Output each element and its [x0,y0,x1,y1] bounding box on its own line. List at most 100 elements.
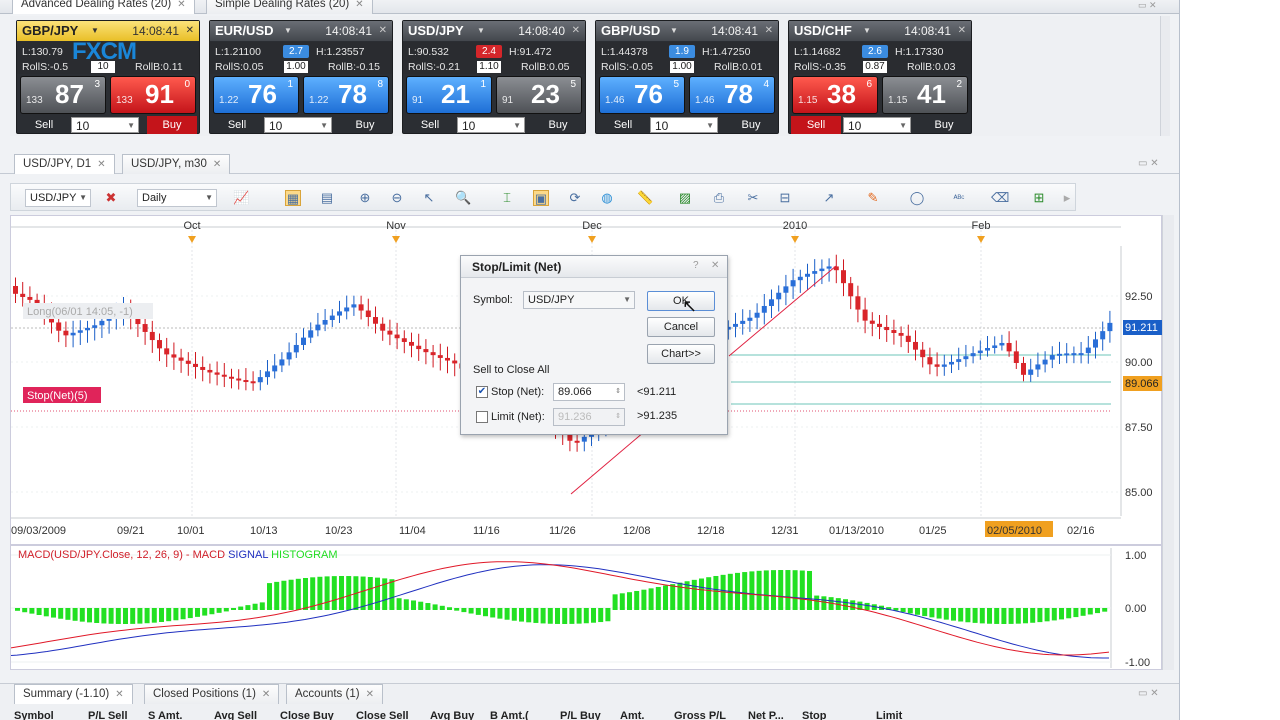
limit-input[interactable]: 91.236 ⇕ [553,408,625,426]
close-icon[interactable]: ✕ [1149,0,1157,10]
close-icon[interactable]: ✕ [379,21,387,41]
close-icon[interactable]: ✕ [366,689,374,700]
trendline-icon[interactable]: ↗ [821,190,837,206]
text-tool-icon[interactable]: ᴬᴮᶜ [951,190,967,206]
close-icon[interactable]: ✕ [262,689,270,700]
rate-card-header[interactable]: USD/JPY ▼ 14:08:40 ✕ [403,21,585,41]
spinner-icon[interactable]: ⇕ [615,409,621,425]
dialog-symbol-select[interactable]: USD/JPY ▼ [523,291,635,309]
sell-price-button[interactable]: 133 87 3 [20,76,106,114]
summary-column-header[interactable]: Close Sell [356,710,409,720]
tab-summary[interactable]: Summary (-1.10) ✕ [14,684,133,704]
help-icon[interactable]: ? [693,260,699,271]
print-icon[interactable]: ⎙ [711,190,727,206]
close-icon[interactable]: ✕ [765,21,773,41]
stop-checkbox[interactable]: ✔ [476,386,488,398]
rate-card-header[interactable]: EUR/USD ▼ 14:08:41 ✕ [210,21,392,41]
close-icon[interactable]: ✕ [115,689,123,700]
tab-chart-m30[interactable]: USD/JPY, m30 ✕ [122,154,231,174]
rates-scrollbar[interactable] [1160,16,1170,136]
close-icon[interactable]: ✕ [97,159,105,170]
summary-column-header[interactable]: Avg Buy [430,710,474,720]
summary-column-header[interactable]: Close Buy [280,710,334,720]
ruler-icon[interactable]: 📏 [637,190,653,206]
amount-select[interactable]: 10 ▼ [457,117,525,133]
buy-label[interactable]: Buy [919,116,969,134]
chevron-down-icon[interactable]: ▼ [863,21,871,41]
macd-panel[interactable]: 1.00 0.00 -1.00 MACD(USD/JPY.Close, 12, 26… [10,545,1162,670]
chevron-down-icon[interactable]: ▼ [284,21,292,41]
sell-label[interactable]: Sell [405,116,455,134]
amount-select[interactable]: 10 ▼ [264,117,332,133]
bar-mode-icon[interactable]: ▤ [319,190,335,206]
close-icon[interactable]: ✕ [213,159,221,170]
summary-column-header[interactable]: Symbol [14,710,54,720]
close-icon[interactable]: ✕ [355,0,363,10]
globe-icon[interactable]: ◍ [599,190,615,206]
buy-label[interactable]: Buy [340,116,390,134]
refresh-icon[interactable]: ⟳ [567,190,583,206]
close-icon[interactable]: ✕ [1150,688,1158,699]
sell-label[interactable]: Sell [791,116,841,134]
eraser-icon[interactable]: ⌫ [991,190,1009,206]
cancel-button[interactable]: Cancel [647,317,715,337]
buy-price-button[interactable]: 91 23 5 [496,76,582,114]
tab-chart-d1[interactable]: USD/JPY, D1 ✕ [14,154,115,174]
rate-card-header[interactable]: GBP/USD ▼ 14:08:41 ✕ [596,21,778,41]
chart-scrollbar[interactable] [1162,215,1174,670]
zoom-in-icon[interactable]: ⊕ [357,190,373,206]
chevron-down-icon[interactable]: ▼ [477,21,485,41]
close-icon[interactable]: ✕ [958,21,966,41]
line-tool-icon[interactable]: ⊟ [777,190,793,206]
sell-price-button[interactable]: 1.15 38 6 [792,76,878,114]
summary-column-header[interactable]: Stop [802,710,826,720]
zoom-out-icon[interactable]: ⊖ [389,190,405,206]
network-icon[interactable]: ⊞ [1031,190,1047,206]
period-select[interactable]: Daily ▼ [137,189,217,207]
summary-column-header[interactable]: P/L Sell [88,710,128,720]
sell-label[interactable]: Sell [598,116,648,134]
ok-button[interactable]: OK [647,291,715,311]
rate-card-header[interactable]: USD/CHF ▼ 14:08:41 ✕ [789,21,971,41]
zoom-area-icon[interactable]: 🔍 [455,190,471,206]
ellipse-icon[interactable]: ◯ [909,190,925,206]
rate-card[interactable]: USD/CHF ▼ 14:08:41 ✕ L:1.14682 2.6 H:1.1… [788,20,972,134]
close-icon[interactable]: ✕ [186,21,194,41]
limit-checkbox[interactable] [476,411,488,423]
summary-column-header[interactable]: Net P... [748,710,784,720]
summary-column-header[interactable]: Gross P/L [674,710,726,720]
crosshair-icon[interactable]: ⌶ [499,190,515,206]
spinner-icon[interactable]: ⇕ [615,384,621,400]
sell-price-button[interactable]: 91 21 1 [406,76,492,114]
sell-label[interactable]: Sell [212,116,262,134]
restore-icon[interactable]: ▭ [1138,158,1147,169]
amount-select[interactable]: 10 ▼ [71,117,139,133]
close-icon[interactable]: ✕ [572,21,580,41]
rate-card[interactable]: GBP/USD ▼ 14:08:41 ✕ L:1.44378 1.9 H:1.4… [595,20,779,134]
remove-indicator-icon[interactable]: ✖ [103,190,119,206]
summary-column-header[interactable]: Limit [876,710,902,720]
candle-mode-icon[interactable]: ▦ [285,190,301,206]
summary-column-header[interactable]: S Amt. [148,710,182,720]
data-box-icon[interactable]: ▣ [533,190,549,206]
tab-closed-positions[interactable]: Closed Positions (1) ✕ [144,684,280,704]
tools-icon[interactable]: ✂ [745,190,761,206]
rate-card[interactable]: EUR/USD ▼ 14:08:41 ✕ L:1.21100 2.7 H:1.2… [209,20,393,134]
tab-accounts[interactable]: Accounts (1) ✕ [286,684,383,704]
buy-price-button[interactable]: 1.22 78 8 [303,76,389,114]
stop-input[interactable]: 89.066 ⇕ [553,383,625,401]
sell-price-button[interactable]: 1.22 76 1 [213,76,299,114]
close-icon[interactable]: ✕ [711,260,719,271]
sell-price-button[interactable]: 1.46 76 5 [599,76,685,114]
more-icon[interactable]: ▸ [1059,190,1075,206]
symbol-select[interactable]: USD/JPY ▼ [25,189,91,207]
tab-simple-rates[interactable]: Simple Dealing Rates (20) ✕ [206,0,373,14]
pencil-icon[interactable]: ✎ [865,190,881,206]
chart-button[interactable]: Chart>> [647,344,715,364]
restore-icon[interactable]: ▭ [1138,0,1147,10]
close-icon[interactable]: ✕ [1150,158,1158,169]
summary-column-header[interactable]: Amt. [620,710,644,720]
buy-label[interactable]: Buy [533,116,583,134]
summary-column-header[interactable]: Avg Sell [214,710,257,720]
buy-price-button[interactable]: 1.15 41 2 [882,76,968,114]
